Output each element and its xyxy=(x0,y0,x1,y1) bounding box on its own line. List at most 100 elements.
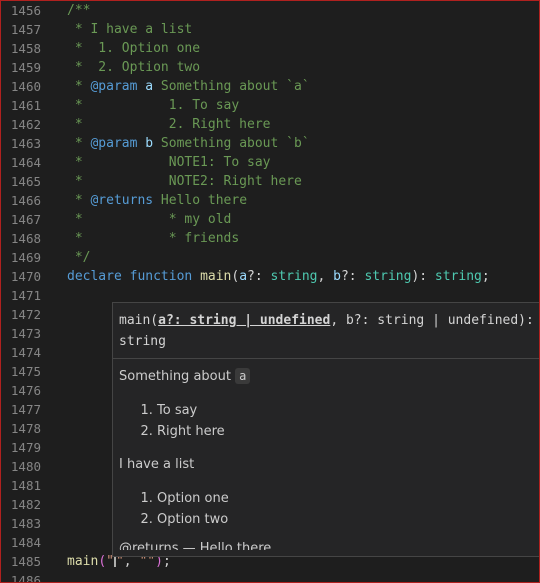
list-item: Right here xyxy=(157,421,539,442)
list-item: To say xyxy=(157,400,539,421)
code-token: a xyxy=(145,79,154,94)
code-token: b xyxy=(333,269,341,284)
code-token: * xyxy=(67,79,91,94)
line-number: 1472 xyxy=(10,307,41,322)
code-token: * * friends xyxy=(67,231,240,246)
code-token: , xyxy=(317,269,334,284)
code-line[interactable]: 1467 * * my old xyxy=(1,210,539,229)
code-token: @returns xyxy=(90,193,154,208)
code-line[interactable]: 1463 * @param b Something about `b` xyxy=(1,134,539,153)
line-number: 1456 xyxy=(10,3,41,18)
list-item: Option one xyxy=(157,488,539,509)
line-number: 1471 xyxy=(10,288,41,303)
line-code: * @param b Something about `b` xyxy=(67,134,310,153)
code-token: * * my old xyxy=(67,212,232,227)
code-token: b xyxy=(145,136,154,151)
line-number: 1468 xyxy=(10,231,41,246)
line-code: /** xyxy=(67,1,90,20)
code-line[interactable]: 1456 /** xyxy=(1,1,539,20)
line-number: 1467 xyxy=(10,212,41,227)
code-line[interactable]: 1468 * * friends xyxy=(1,229,539,248)
signature-help-widget[interactable]: main(a?: string | undefined, b?: string … xyxy=(112,302,539,557)
code-line[interactable]: 1470 declare function main(a?: string, b?… xyxy=(1,267,539,286)
code-token: * 1. Option one xyxy=(67,41,201,56)
code-line[interactable]: 1457 * I have a list xyxy=(1,20,539,39)
code-token: * NOTE2: Right here xyxy=(67,174,302,189)
parameter-doc-text: Something about xyxy=(119,369,231,384)
line-code: * @returns Hello there xyxy=(67,191,247,210)
line-number: 1462 xyxy=(10,117,41,132)
code-line[interactable]: 1486 xyxy=(1,571,539,583)
code-token: ?: xyxy=(247,269,271,284)
line-code: declare function main(a?: string, b?: st… xyxy=(67,267,490,286)
signature-return-type: string xyxy=(119,334,166,349)
code-token: * 2. Option two xyxy=(67,60,201,75)
code-token: ?: xyxy=(340,269,365,284)
code-token: @param xyxy=(90,136,138,151)
list-item: Option two xyxy=(157,509,539,530)
line-number: 1460 xyxy=(10,79,41,94)
line-code: * @param a Something about `a` xyxy=(67,77,310,96)
line-number: 1486 xyxy=(10,573,41,583)
code-token: declare xyxy=(67,269,122,284)
code-token: /** xyxy=(67,3,91,18)
code-token: * 2. Right here xyxy=(67,117,271,132)
code-token: Something about `b` xyxy=(153,136,310,151)
code-token: ): xyxy=(411,269,435,284)
code-token: string xyxy=(270,269,318,284)
code-line[interactable]: 1461 * 1. To say xyxy=(1,96,539,115)
code-line[interactable]: 1464 * NOTE1: To say xyxy=(1,153,539,172)
code-line[interactable]: 1469 */ xyxy=(1,248,539,267)
code-token: main xyxy=(67,554,99,569)
line-number: 1466 xyxy=(10,193,41,208)
line-number: 1464 xyxy=(10,155,41,170)
parameter-doc: Something about a xyxy=(119,367,539,386)
code-token: Something about `a` xyxy=(153,79,310,94)
signature-function-name: main( xyxy=(119,313,159,328)
line-code: * 2. Option two xyxy=(67,58,200,77)
line-number: 1478 xyxy=(10,421,41,436)
line-number: 1475 xyxy=(10,364,41,379)
function-description-list: Option one Option two xyxy=(119,488,539,530)
clipped-returns-doc: @returns — Hello there xyxy=(119,541,272,550)
line-number: 1479 xyxy=(10,440,41,455)
line-number: 1481 xyxy=(10,478,41,493)
line-code: */ xyxy=(67,248,91,267)
code-token: * NOTE1: To say xyxy=(67,155,271,170)
code-token: * xyxy=(67,193,91,208)
line-number: 1476 xyxy=(10,383,41,398)
line-number: 1465 xyxy=(10,174,41,189)
editor-frame: 1456 /** 1457 * I have a list 1458 * 1. Opt… xyxy=(0,0,540,583)
line-number: 1482 xyxy=(10,497,41,512)
line-number: 1483 xyxy=(10,516,41,531)
line-number: 1474 xyxy=(10,345,41,360)
code-token: string xyxy=(434,269,482,284)
code-token: function xyxy=(129,269,193,284)
line-number: 1480 xyxy=(10,459,41,474)
line-code: * I have a list xyxy=(67,20,192,39)
code-line[interactable]: 1458 * 1. Option one xyxy=(1,39,539,58)
code-line[interactable]: 1459 * 2. Option two xyxy=(1,58,539,77)
line-number: 1473 xyxy=(10,326,41,341)
code-line[interactable]: 1466 * @returns Hello there xyxy=(1,191,539,210)
line-code: * 2. Right here xyxy=(67,115,271,134)
line-number: 1470 xyxy=(10,269,41,284)
code-line[interactable]: 1465 * NOTE2: Right here xyxy=(1,172,539,191)
code-token: ; xyxy=(481,269,490,284)
code-line[interactable]: 1460 * @param a Something about `a` xyxy=(1,77,539,96)
code-token: * I have a list xyxy=(67,22,193,37)
code-line[interactable]: 1462 * 2. Right here xyxy=(1,115,539,134)
line-number: 1484 xyxy=(10,535,41,550)
code-token: a xyxy=(239,269,248,284)
signature-active-parameter: a?: string | undefined xyxy=(158,313,331,328)
line-code: * 1. Option one xyxy=(67,39,200,58)
code-token: main xyxy=(200,269,232,284)
line-code: * * my old xyxy=(67,210,232,229)
line-number: 1461 xyxy=(10,98,41,113)
line-code: * NOTE1: To say xyxy=(67,153,271,172)
line-number: 1477 xyxy=(10,402,41,417)
signature-label: main(a?: string | undefined, b?: string … xyxy=(113,303,539,359)
function-description: I have a list xyxy=(119,457,195,472)
